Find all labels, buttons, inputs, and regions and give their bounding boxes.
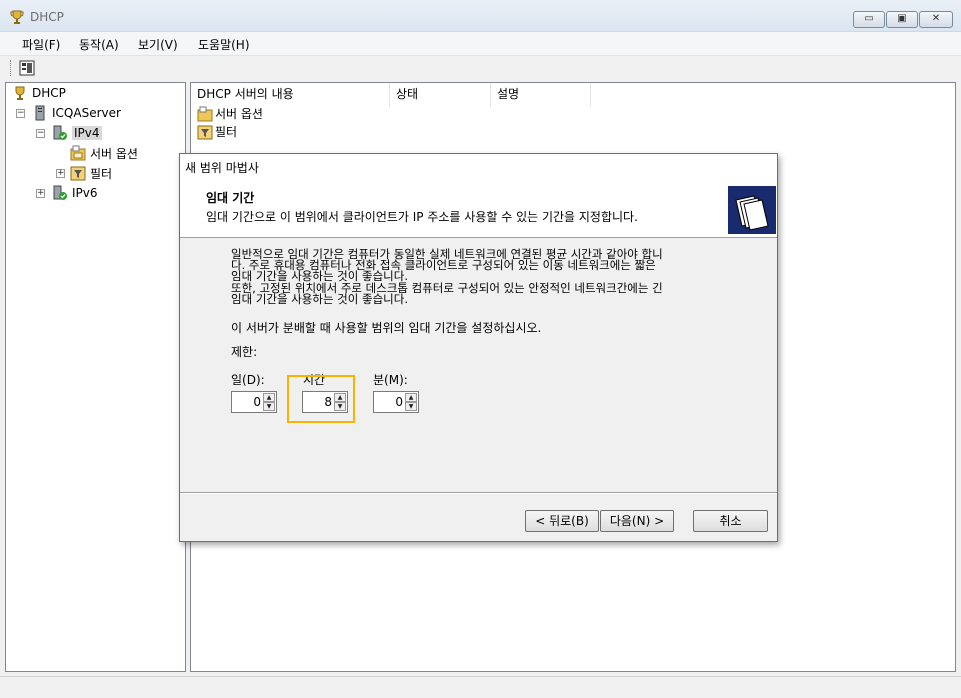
tree-item-ipv4[interactable]: IPv4 (52, 124, 102, 142)
expand-icon[interactable]: + (36, 189, 45, 198)
minimize-button[interactable]: ▭ (853, 11, 885, 28)
column-header-contents[interactable]: DHCP 서버의 내용 (191, 83, 390, 107)
window-title: DHCP (30, 10, 64, 24)
console-tree[interactable]: DHCP − ICQAServer − IPv4 서버 옵션 + 필터 + IP… (5, 82, 186, 672)
window-title-bar: DHCP ▭ ▣ ✕ (0, 0, 961, 32)
dialog-title: 새 범위 마법사 (185, 161, 259, 175)
minutes-spinner[interactable]: 0 ▲ ▼ (373, 391, 419, 413)
minutes-value: 0 (395, 395, 403, 409)
hours-highlight-box (287, 375, 355, 423)
days-value: 0 (253, 395, 261, 409)
expand-icon[interactable]: + (56, 169, 65, 178)
tree-item-label: IPv4 (72, 126, 102, 140)
menu-help[interactable]: 도움말(H) (198, 36, 250, 53)
server-options-icon (197, 106, 213, 121)
list-item-label: 필터 (215, 125, 238, 139)
menu-bar: 파일(F) 동작(A) 보기(V) 도움말(H) (0, 32, 961, 56)
filter-icon (197, 125, 213, 139)
menu-view[interactable]: 보기(V) (138, 36, 178, 53)
days-label: 일(D): (231, 373, 265, 387)
paragraph-line: 임대 기간을 사용하는 것이 좋습니다. (231, 292, 408, 306)
folders-icon (728, 186, 776, 234)
wizard-body: 일반적으로 임대 기간은 컴퓨터가 동일한 실제 네트워크에 연결된 평균 시간… (180, 239, 777, 492)
instruction-text: 이 서버가 분배할 때 사용할 범위의 임대 기간을 설정하십시오. (231, 321, 542, 335)
next-button[interactable]: 다음(N) > (600, 510, 674, 532)
wizard-page-title: 임대 기간 (206, 191, 255, 205)
tree-item-dhcp[interactable]: DHCP (12, 84, 66, 102)
spin-up-icon[interactable]: ▲ (263, 393, 275, 402)
server-options-icon (70, 145, 86, 161)
toolbar-grip (10, 60, 13, 76)
maximize-button[interactable]: ▣ (886, 11, 918, 28)
tree-item-label: 서버 옵션 (90, 146, 138, 161)
wizard-header: 임대 기간 임대 기간으로 이 범위에서 클라이언트가 IP 주소를 사용할 수… (180, 178, 777, 238)
minutes-label: 분(M): (373, 373, 408, 387)
dialog-title-bar: 새 범위 마법사 (180, 154, 777, 178)
tree-item-label: 필터 (90, 166, 113, 181)
collapse-icon[interactable]: − (16, 109, 25, 118)
tree-item-ipv6[interactable]: IPv6 (52, 184, 98, 202)
spin-down-icon[interactable]: ▼ (405, 402, 417, 411)
toolbar (0, 56, 961, 80)
dhcp-trophy-icon (10, 10, 24, 24)
server-check-icon (53, 125, 67, 140)
new-scope-wizard-dialog: 새 범위 마법사 임대 기간 임대 기간으로 이 범위에서 클라이언트가 IP … (179, 153, 778, 542)
spin-up-icon[interactable]: ▲ (405, 393, 417, 402)
dialog-separator (180, 492, 777, 494)
menu-action[interactable]: 동작(A) (79, 36, 119, 53)
menu-file[interactable]: 파일(F) (22, 36, 60, 53)
close-button[interactable]: ✕ (919, 11, 953, 28)
tree-item-label: ICQAServer (52, 106, 121, 120)
console-tree-icon[interactable] (19, 60, 35, 76)
dhcp-trophy-icon (15, 86, 25, 100)
spin-down-icon[interactable]: ▼ (263, 402, 275, 411)
tree-item-filters[interactable]: 필터 (70, 164, 112, 182)
filter-icon (70, 166, 86, 181)
server-check-icon (53, 185, 67, 200)
wizard-page-subtitle: 임대 기간으로 이 범위에서 클라이언트가 IP 주소를 사용할 수 있는 기간… (206, 210, 638, 224)
collapse-icon[interactable]: − (36, 129, 45, 138)
back-button[interactable]: < 뒤로(B) (525, 510, 599, 532)
server-icon (35, 105, 45, 121)
tree-item-label: DHCP (32, 86, 66, 100)
tree-item-server[interactable]: ICQAServer (32, 104, 121, 122)
days-spinner[interactable]: 0 ▲ ▼ (231, 391, 277, 413)
column-header-status[interactable]: 상태 (390, 83, 491, 107)
list-item[interactable]: 서버 옵션 (197, 105, 263, 122)
status-bar (0, 676, 961, 698)
list-item-label: 서버 옵션 (215, 107, 263, 121)
list-item[interactable]: 필터 (197, 123, 237, 140)
tree-item-label: IPv6 (72, 186, 98, 200)
column-header-description[interactable]: 설명 (491, 83, 591, 107)
cancel-button[interactable]: 취소 (693, 510, 768, 532)
limit-label: 제한: (231, 345, 258, 359)
tree-item-server-options[interactable]: 서버 옵션 (70, 144, 138, 162)
